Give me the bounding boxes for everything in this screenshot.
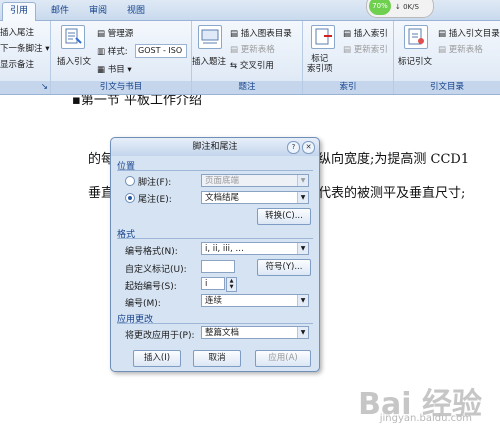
chevron-down-icon: ▼	[297, 192, 308, 203]
mark-citation-button[interactable]: 标记引文	[398, 55, 432, 67]
start-at-input[interactable]: i	[201, 277, 225, 290]
insert-table-of-figures-button[interactable]: ▤ 插入图表目录	[230, 27, 292, 39]
group-label-citations: 引文与书目	[51, 81, 191, 94]
group-label-toa: 引文目录	[394, 81, 500, 94]
group-label-captions: 题注	[192, 81, 302, 94]
tab-review[interactable]: 审阅	[82, 3, 114, 19]
doc-line-1-right: 纵向宽度;为提高测 CCD1	[318, 152, 470, 167]
insert-index-button[interactable]: ▤ 插入索引	[343, 27, 388, 39]
custom-mark-label: 自定义标记(U):	[125, 265, 187, 275]
close-icon[interactable]: ✕	[302, 141, 315, 154]
style-select[interactable]: GOST - ISO	[135, 44, 187, 58]
custom-mark-input[interactable]	[201, 260, 235, 273]
start-at-spinner[interactable]: ▲ ▼	[226, 277, 237, 292]
apply-button[interactable]: 应用(A)	[255, 350, 311, 367]
chevron-down-icon: ▼	[297, 295, 308, 306]
mark-citation-icon	[404, 25, 428, 49]
group-table-of-authorities: 标记引文 ▤ 插入引文目录 ▤ 更新表格 引文目录	[394, 21, 500, 94]
number-format-select[interactable]: i, ii, iii, … ▼	[201, 242, 309, 255]
mark-entry-button[interactable]: 标记 索引项	[307, 54, 333, 74]
apply-to-label: 将更改应用于(P):	[125, 331, 195, 341]
chevron-down-icon: ▼	[297, 327, 308, 338]
chevron-down-icon: ▼	[297, 243, 308, 254]
bibliography-button[interactable]: ▦ 书目 ▾	[97, 63, 132, 75]
update-index-button[interactable]: ▤ 更新索引	[343, 43, 388, 55]
convert-button[interactable]: 转换(C)...	[257, 208, 311, 225]
symbol-button[interactable]: 符号(Y)...	[257, 259, 311, 276]
footnotes-launcher[interactable]: ↘	[0, 81, 50, 94]
group-index: 标记 索引项 ▤ 插入索引 ▤ 更新索引 索引	[303, 21, 394, 94]
apply-to-select[interactable]: 整篇文档 ▼	[201, 326, 309, 339]
cancel-button[interactable]: 取消	[193, 350, 241, 367]
divider	[117, 170, 313, 171]
group-citations: 插入引文 ▤ 管理源 ▥ 样式: GOST - ISO ▦ 书目 ▾ 引文与书目	[51, 21, 192, 94]
insert-endnote-button[interactable]: 插入尾注	[0, 26, 34, 38]
footnote-label: 脚注(F):	[138, 178, 172, 188]
group-label-index: 索引	[303, 81, 393, 94]
update-table-button[interactable]: ▤ 更新表格	[230, 43, 275, 55]
tab-view[interactable]: 视图	[120, 3, 152, 19]
network-speed: ↓ 0K/S	[395, 3, 419, 11]
footnote-position-select[interactable]: 页面底端 ▼	[201, 174, 309, 187]
help-icon[interactable]: ?	[287, 141, 300, 154]
endnote-label: 尾注(E):	[138, 195, 172, 205]
group-footnotes: 插入尾注 下一条脚注 ▾ 显示备注 ↘	[0, 21, 51, 94]
show-notes-button[interactable]: 显示备注	[0, 58, 34, 70]
update-toa-button[interactable]: ▤ 更新表格	[438, 43, 483, 55]
ribbon: 插入尾注 下一条脚注 ▾ 显示备注 ↘ 插入引文 ▤ 管理源 ▥ 样式: GOS…	[0, 21, 500, 95]
next-footnote-button[interactable]: 下一条脚注 ▾	[0, 42, 49, 54]
divider	[117, 238, 313, 239]
style-label: ▥ 样式:	[97, 47, 128, 57]
insert-toa-button[interactable]: ▤ 插入引文目录	[438, 27, 500, 39]
numbering-select[interactable]: 连续 ▼	[201, 294, 309, 307]
insert-caption-icon	[198, 25, 222, 49]
numbering-label: 编号(M):	[125, 299, 161, 309]
start-at-label: 起始编号(S):	[125, 282, 177, 292]
tab-mailings[interactable]: 邮件	[44, 3, 76, 19]
doc-line-2-right: 代表的被测平及垂直尺寸;	[318, 186, 466, 201]
mark-entry-icon	[311, 25, 335, 49]
insert-citation-icon	[61, 25, 85, 49]
number-format-label: 编号格式(N):	[125, 247, 178, 257]
insert-caption-button[interactable]: 插入题注	[192, 55, 226, 67]
tab-references[interactable]: 引用	[2, 2, 37, 21]
divider	[117, 323, 313, 324]
footnote-radio[interactable]	[125, 176, 135, 186]
manage-sources-button[interactable]: ▤ 管理源	[97, 27, 133, 39]
network-meter-widget: 70% ↓ 0K/S	[366, 0, 434, 18]
endnote-position-select[interactable]: 文档结尾 ▼	[201, 191, 309, 204]
endnote-radio[interactable]	[125, 193, 135, 203]
insert-button[interactable]: 插入(I)	[133, 350, 181, 367]
insert-citation-button[interactable]: 插入引文	[57, 55, 91, 67]
baidu-watermark-url: jingyan.baidu.com	[379, 413, 472, 424]
group-captions: 插入题注 ▤ 插入图表目录 ▤ 更新表格 ⇆ 交叉引用 题注	[192, 21, 303, 94]
footnote-endnote-dialog: 脚注和尾注 ? ✕ 位置 脚注(F): 页面底端 ▼ 尾注(E): 文档结尾 ▼ 转…	[110, 137, 320, 372]
cross-reference-button[interactable]: ⇆ 交叉引用	[230, 59, 274, 71]
chevron-down-icon: ▼	[297, 175, 308, 186]
network-percent: 70%	[369, 0, 391, 15]
